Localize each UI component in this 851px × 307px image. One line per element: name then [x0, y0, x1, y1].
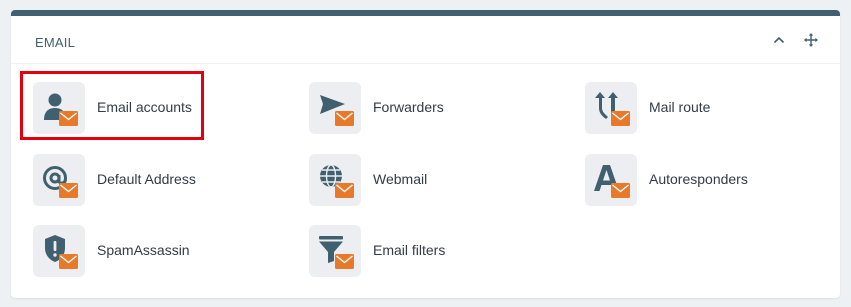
mail-route-tile	[585, 82, 637, 134]
email-panel: EMAIL Email accounts Forwarders Mail rou…	[11, 10, 840, 298]
forwarders-item[interactable]: Forwarders	[309, 80, 549, 136]
autoresponders-tile	[585, 154, 637, 206]
shield-icon	[45, 235, 65, 262]
user-icon	[44, 93, 66, 120]
email-filters-tile	[309, 225, 361, 277]
header-divider	[11, 63, 840, 64]
forwarders-label: Forwarders	[373, 99, 444, 115]
envelope-icon	[59, 111, 78, 126]
default-address-tile	[33, 154, 85, 206]
envelope-icon	[335, 183, 354, 198]
autoresponders-item[interactable]: Autoresponders	[585, 152, 825, 208]
default-address-label: Default Address	[97, 171, 196, 187]
chevron-up-icon	[773, 36, 785, 44]
panel-top-bar	[11, 10, 840, 16]
envelope-icon	[59, 183, 78, 198]
mail-route-item[interactable]: Mail route	[585, 80, 825, 136]
forwarders-tile	[309, 82, 361, 134]
webmail-item[interactable]: Webmail	[309, 152, 549, 208]
globe-icon	[320, 164, 342, 188]
funnel-icon	[319, 236, 343, 263]
webmail-tile	[309, 154, 361, 206]
envelope-icon	[611, 111, 630, 126]
envelope-icon	[611, 183, 630, 198]
webmail-label: Webmail	[373, 171, 428, 187]
email-accounts-item[interactable]: Email accounts	[33, 80, 273, 136]
spamassassin-label: SpamAssassin	[97, 242, 190, 258]
send-icon	[320, 95, 345, 114]
email-accounts-label: Email accounts	[97, 99, 192, 115]
move-handle[interactable]	[801, 30, 821, 50]
envelope-icon	[59, 254, 78, 269]
email-filters-label: Email filters	[373, 242, 446, 258]
panel-title: EMAIL	[35, 35, 76, 50]
move-arrows-icon	[804, 33, 818, 47]
default-address-item[interactable]: Default Address	[33, 152, 273, 208]
envelope-icon	[335, 111, 354, 126]
mail-route-label: Mail route	[649, 99, 711, 115]
collapse-button[interactable]	[769, 30, 789, 50]
at-sign-icon	[43, 166, 67, 190]
email-filters-item[interactable]: Email filters	[309, 223, 549, 279]
envelope-icon	[335, 254, 354, 269]
spamassassin-tile	[33, 225, 85, 277]
letter-a-icon	[594, 165, 619, 191]
spamassassin-item[interactable]: SpamAssassin	[33, 223, 273, 279]
autoresponders-label: Autoresponders	[649, 171, 748, 187]
email-accounts-tile	[33, 82, 85, 134]
route-arrows-icon	[595, 92, 618, 119]
